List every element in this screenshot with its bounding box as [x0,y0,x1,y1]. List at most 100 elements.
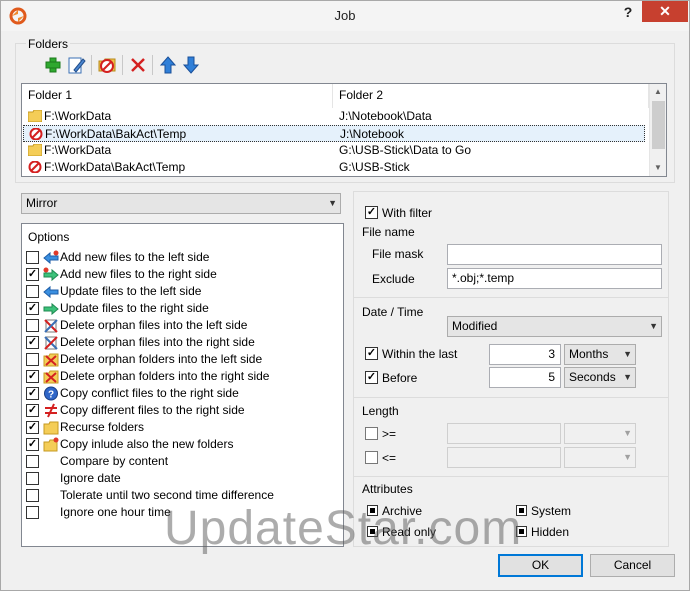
within-last-checkbox[interactable]: ✓ [365,347,378,360]
with-filter-checkbox[interactable]: ✓ [365,206,378,219]
arrow-left-icon [43,284,59,299]
toolbar-separator [152,55,153,75]
move-down-icon[interactable] [181,55,201,75]
option-checkbox[interactable] [26,506,39,519]
column-header-folder1[interactable]: Folder 1 [22,84,333,108]
cancel-button[interactable]: Cancel [590,554,675,577]
option-label: Ignore date [60,471,121,485]
option-checkbox[interactable] [26,285,39,298]
length-le-checkbox[interactable] [365,451,378,464]
option-item[interactable]: ✓ Copy different files to the right side [26,403,336,420]
option-item[interactable]: ✓ Add new files to the right side [26,267,336,284]
not-equal-icon [43,403,59,418]
option-item[interactable]: ✓ Delete orphan files into the right side [26,335,336,352]
within-unit-select[interactable]: Months ▼ [564,344,636,365]
scroll-up-icon[interactable]: ▲ [650,84,666,100]
delete-left-icon [43,318,59,333]
option-label: Copy different files to the right side [60,403,245,417]
length-ge-checkbox[interactable] [365,427,378,440]
window-title: Job [334,8,356,23]
move-up-icon[interactable] [158,55,178,75]
folder-icon [43,420,59,435]
option-item[interactable]: Delete orphan files into the left side [26,318,336,335]
chevron-down-icon: ▼ [649,321,658,331]
arrow-right-new-icon [43,267,59,282]
date-mode-value: Modified [452,319,498,333]
help-button[interactable]: ? [615,1,641,23]
date-mode-select[interactable]: Modified ▼ [447,316,662,337]
option-checkbox[interactable]: ✓ [26,387,39,400]
file-mask-label: File mask [372,247,424,261]
option-checkbox[interactable]: ✓ [26,438,39,451]
option-checkbox[interactable]: ✓ [26,404,39,417]
option-label: Delete orphan files into the left side [60,318,248,332]
option-item[interactable]: Add new files to the left side [26,250,336,267]
arrow-right-icon [43,301,59,316]
length-ge-input[interactable] [447,423,561,444]
before-unit-select[interactable]: Seconds ▼ [564,367,636,388]
within-last-input[interactable]: 3 [489,344,561,365]
option-checkbox[interactable] [26,455,39,468]
close-button[interactable]: ✕ [642,1,688,22]
length-le-label: <= [382,451,397,465]
length-le-input[interactable] [447,447,561,468]
folder2-cell: G:\USB-Stick\Data to Go [339,143,472,157]
option-item[interactable]: ✓ Update files to the right side [26,301,336,318]
option-label: Update files to the left side [60,284,202,298]
title-bar: Job ? ✕ [1,1,689,31]
option-item[interactable]: Ignore date [26,471,336,488]
length-ge-unit-select[interactable]: ▼ [564,423,636,444]
option-checkbox[interactable] [26,251,39,264]
folder-table-scrollbar[interactable]: ▲ ▼ [649,84,666,176]
option-item[interactable]: ✓ Recurse folders [26,420,336,437]
option-item[interactable]: ✓ Copy inlude also the new folders [26,437,336,454]
chevron-down-icon: ▼ [623,428,632,438]
table-row[interactable]: F:\WorkData J:\Notebook\Data [22,108,648,125]
option-checkbox[interactable] [26,472,39,485]
folders-group-label: Folders [26,37,71,51]
file-mask-input[interactable] [447,244,662,265]
divider [354,476,668,477]
option-item[interactable]: Update files to the left side [26,284,336,301]
folder-icon [28,144,42,156]
table-row[interactable]: F:\WorkData\BakAct\Temp G:\USB-Stick [22,159,648,176]
divider [354,297,668,298]
folder-icon [28,110,42,122]
add-icon[interactable] [43,55,63,75]
exclude-input[interactable]: *.obj;*.temp [447,268,662,289]
option-item[interactable]: Compare by content [26,454,336,471]
table-row-selected[interactable]: F:\WorkData\BakAct\Temp J:\Notebook [23,125,645,142]
option-checkbox[interactable]: ✓ [26,268,39,281]
option-label: Add new files to the right side [60,267,217,281]
mode-select[interactable]: Mirror ▼ [21,193,341,214]
option-label: Delete orphan files into the right side [60,335,255,349]
length-le-unit-select[interactable]: ▼ [564,447,636,468]
scroll-thumb[interactable] [652,101,665,149]
option-checkbox[interactable]: ✓ [26,421,39,434]
scroll-down-icon[interactable]: ▼ [650,160,666,176]
option-checkbox[interactable]: ✓ [26,370,39,383]
hidden-label: Hidden [531,525,570,539]
option-item[interactable]: ✓ Delete orphan folders into the right si… [26,369,336,386]
before-input[interactable]: 5 [489,367,561,388]
option-item[interactable]: Delete orphan folders into the left side [26,352,336,369]
option-checkbox[interactable] [26,353,39,366]
folder1-cell: F:\WorkData [44,109,112,123]
ok-button[interactable]: OK [498,554,583,577]
column-header-folder2[interactable]: Folder 2 [333,84,649,108]
table-row[interactable]: F:\WorkData G:\USB-Stick\Data to Go [22,142,648,159]
exclude-label: Exclude [372,272,415,286]
option-label: Ignore one hour time [60,505,171,519]
option-checkbox[interactable] [26,319,39,332]
exclude-icon[interactable] [97,55,117,75]
option-checkbox[interactable]: ✓ [26,336,39,349]
edit-icon[interactable] [66,55,86,75]
option-label: Copy conflict files to the right side [60,386,239,400]
before-checkbox[interactable]: ✓ [365,371,378,384]
delete-folder-left-icon [43,352,59,367]
option-checkbox[interactable]: ✓ [26,302,39,315]
delete-icon[interactable] [128,55,148,75]
folder-table[interactable]: Folder 1 Folder 2 F:\WorkData J:\Noteboo… [21,83,667,177]
option-checkbox[interactable] [26,489,39,502]
option-item[interactable]: ✓? Copy conflict files to the right side [26,386,336,403]
